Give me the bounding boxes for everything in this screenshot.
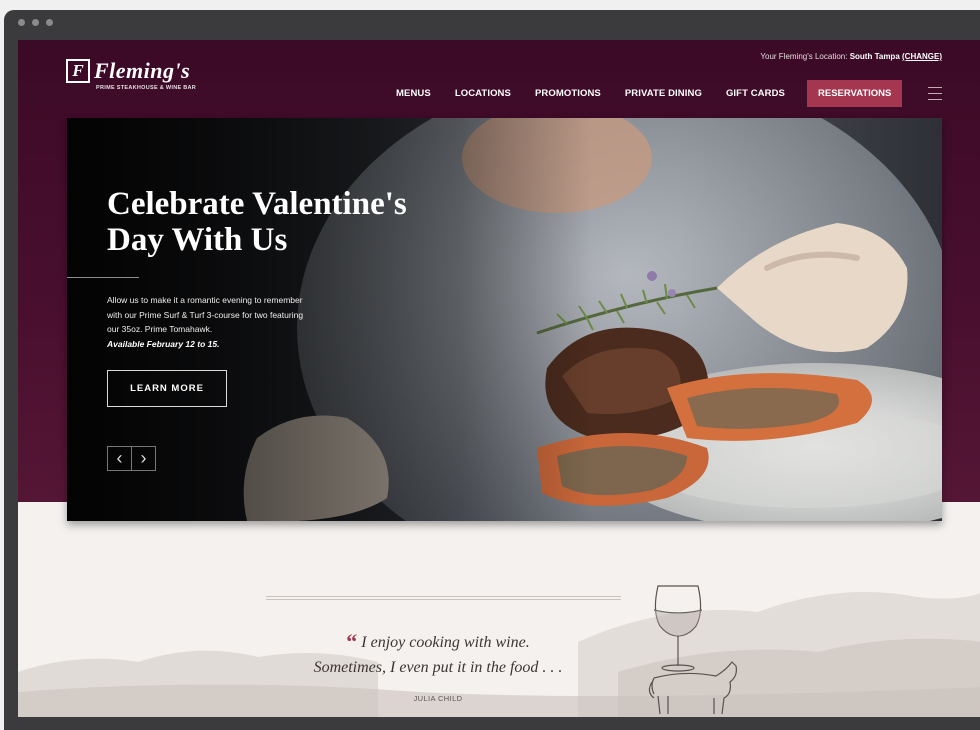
maximize-dot-icon[interactable] <box>46 19 53 26</box>
window-controls <box>18 19 53 26</box>
hero-body-line3: our 35oz. Prime Tomahawk. <box>107 324 213 334</box>
nav-private-dining[interactable]: PRIVATE DINING <box>625 88 702 99</box>
close-dot-icon[interactable] <box>18 19 25 26</box>
quote-line2: Sometimes, I even put it in the food . .… <box>313 659 563 676</box>
nav-promotions[interactable]: PROMOTIONS <box>535 88 601 99</box>
logo-mark: F <box>66 59 90 83</box>
location-prefix: Your Fleming's Location: <box>760 52 848 61</box>
brand-logo[interactable]: F Fleming's PRIME STEAKHOUSE & WINE BAR <box>66 58 196 91</box>
minimize-dot-icon[interactable] <box>32 19 39 26</box>
mountain-backdrop-illustration <box>18 592 980 717</box>
quote-divider <box>266 596 621 600</box>
hero-banner: Celebrate Valentine's Day With Us Allow … <box>67 118 942 521</box>
location-current: South Tampa <box>849 52 900 61</box>
quote-line1: I enjoy cooking with wine. <box>361 634 530 651</box>
hero-description: Allow us to make it a romantic evening t… <box>107 293 352 351</box>
hero-availability: Available February 12 to 15. <box>107 338 220 349</box>
quote-mark-icon: “ <box>346 629 358 654</box>
carousel-controls: ‹ › <box>107 446 156 471</box>
quote-section: “I enjoy cooking with wine. Sometimes, I… <box>18 502 980 717</box>
nav-locations[interactable]: LOCATIONS <box>455 88 511 99</box>
hero-body-line2: with our Prime Surf & Turf 3-course for … <box>107 309 304 320</box>
logo-name: Fleming's <box>94 58 191 83</box>
hamburger-menu-icon[interactable] <box>928 87 942 105</box>
hero-divider <box>67 277 139 278</box>
wine-glass-cow-illustration <box>648 585 737 715</box>
location-selector: Your Fleming's Location: South Tampa (CH… <box>760 52 942 61</box>
page-viewport: F Fleming's PRIME STEAKHOUSE & WINE BAR Y… <box>18 40 980 717</box>
hero-title-line2: Day With Us <box>107 222 288 258</box>
hero-body-line1: Allow us to make it a romantic evening t… <box>107 295 303 305</box>
carousel-prev-icon[interactable]: ‹ <box>107 446 132 471</box>
quote-text: “I enjoy cooking with wine. Sometimes, I… <box>263 629 613 680</box>
learn-more-button[interactable]: LEARN MORE <box>107 370 227 407</box>
hero-title-line1: Celebrate Valentine's <box>107 186 407 222</box>
quote-author: JULIA CHILD <box>413 694 463 703</box>
carousel-next-icon[interactable]: › <box>131 446 156 471</box>
location-change-link[interactable]: (CHANGE) <box>902 52 942 61</box>
hero-title: Celebrate Valentine's Day With Us <box>107 186 507 258</box>
nav-menus[interactable]: MENUS <box>396 88 431 99</box>
logo-tagline: PRIME STEAKHOUSE & WINE BAR <box>96 85 197 91</box>
browser-window: F Fleming's PRIME STEAKHOUSE & WINE BAR Y… <box>4 10 980 730</box>
reservations-button[interactable]: RESERVATIONS <box>807 80 903 107</box>
main-nav: MENUS LOCATIONS PROMOTIONS PRIVATE DININ… <box>396 80 903 107</box>
nav-gift-cards[interactable]: GIFT CARDS <box>726 88 785 99</box>
